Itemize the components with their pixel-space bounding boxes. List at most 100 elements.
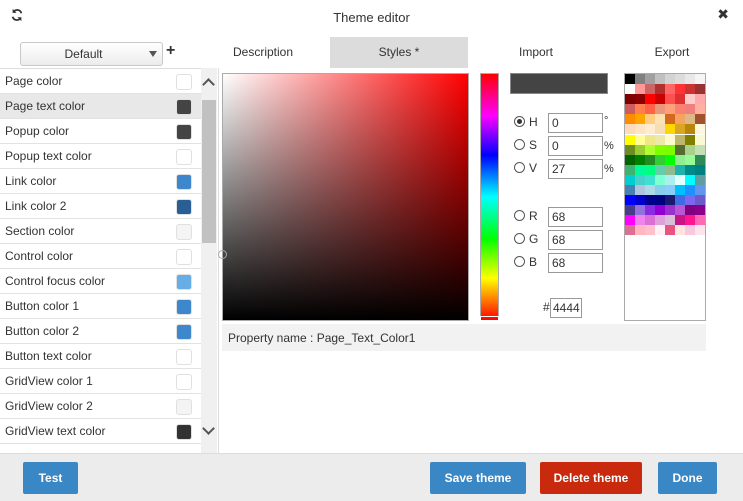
- palette-swatch[interactable]: [645, 74, 655, 84]
- palette-swatch[interactable]: [625, 104, 635, 115]
- palette-swatch[interactable]: [695, 74, 705, 84]
- hue-slider[interactable]: [480, 73, 499, 321]
- red-radio[interactable]: [514, 210, 525, 221]
- property-row[interactable]: GridView text color: [0, 419, 201, 444]
- palette-swatch[interactable]: [665, 134, 675, 145]
- saturation-input[interactable]: [548, 136, 603, 156]
- palette-swatch[interactable]: [655, 84, 665, 95]
- property-row[interactable]: GridView color 2: [0, 394, 201, 419]
- tab-import[interactable]: Import: [468, 37, 604, 68]
- palette-swatch[interactable]: [655, 164, 665, 175]
- value-radio[interactable]: [514, 162, 525, 173]
- palette-swatch[interactable]: [635, 154, 645, 165]
- property-color-swatch[interactable]: [176, 174, 192, 190]
- tab-description[interactable]: Description: [196, 37, 330, 68]
- palette-swatch[interactable]: [655, 104, 665, 115]
- palette-swatch[interactable]: [695, 185, 705, 196]
- blue-radio[interactable]: [514, 256, 525, 267]
- palette-swatch[interactable]: [635, 185, 645, 196]
- palette-swatch[interactable]: [635, 114, 645, 125]
- palette-swatch[interactable]: [625, 74, 635, 84]
- palette-swatch[interactable]: [645, 164, 655, 175]
- palette-swatch[interactable]: [645, 215, 655, 226]
- palette-swatch[interactable]: [665, 104, 675, 115]
- hue-slider-handle[interactable]: [480, 316, 499, 321]
- property-color-swatch[interactable]: [176, 374, 192, 390]
- palette-swatch[interactable]: [655, 74, 665, 84]
- property-row[interactable]: Popup text color: [0, 144, 201, 169]
- palette-swatch[interactable]: [655, 225, 665, 236]
- palette-swatch[interactable]: [685, 185, 695, 196]
- property-color-swatch[interactable]: [176, 99, 192, 115]
- palette-swatch[interactable]: [685, 195, 695, 206]
- property-color-swatch[interactable]: [176, 199, 192, 215]
- property-color-swatch[interactable]: [176, 224, 192, 240]
- palette-swatch[interactable]: [665, 94, 675, 105]
- palette-swatch[interactable]: [645, 114, 655, 125]
- palette-swatch[interactable]: [635, 215, 645, 226]
- palette-swatch[interactable]: [655, 134, 665, 145]
- palette-swatch[interactable]: [675, 185, 685, 196]
- palette-swatch[interactable]: [635, 195, 645, 206]
- chevron-up-icon[interactable]: [202, 78, 215, 91]
- palette-swatch[interactable]: [685, 215, 695, 226]
- palette-swatch[interactable]: [665, 215, 675, 226]
- palette-swatch[interactable]: [675, 114, 685, 125]
- palette-swatch[interactable]: [695, 215, 705, 226]
- saturation-radio[interactable]: [514, 139, 525, 150]
- palette-swatch[interactable]: [645, 195, 655, 206]
- palette-swatch[interactable]: [625, 195, 635, 206]
- palette-swatch[interactable]: [645, 124, 655, 135]
- property-row[interactable]: Link color 2: [0, 194, 201, 219]
- palette-swatch[interactable]: [675, 134, 685, 145]
- chevron-down-icon[interactable]: [202, 422, 215, 435]
- green-radio[interactable]: [514, 233, 525, 244]
- palette-swatch[interactable]: [645, 185, 655, 196]
- palette-swatch[interactable]: [695, 225, 705, 236]
- palette-swatch[interactable]: [665, 144, 675, 155]
- palette-swatch[interactable]: [685, 174, 695, 185]
- palette-swatch[interactable]: [625, 114, 635, 125]
- hex-input[interactable]: [550, 298, 582, 318]
- property-color-swatch[interactable]: [176, 74, 192, 90]
- palette-swatch[interactable]: [635, 94, 645, 105]
- property-row[interactable]: Section color: [0, 219, 201, 244]
- property-row[interactable]: Popup color: [0, 119, 201, 144]
- palette-swatch[interactable]: [695, 195, 705, 206]
- palette-swatch[interactable]: [625, 84, 635, 95]
- palette-swatch[interactable]: [675, 174, 685, 185]
- palette-swatch[interactable]: [625, 124, 635, 135]
- property-color-swatch[interactable]: [176, 149, 192, 165]
- palette-swatch[interactable]: [695, 84, 705, 95]
- palette-swatch[interactable]: [675, 205, 685, 216]
- palette-swatch[interactable]: [635, 124, 645, 135]
- palette-swatch[interactable]: [635, 104, 645, 115]
- hue-input[interactable]: [548, 113, 603, 133]
- saturation-value-handle[interactable]: [218, 250, 227, 259]
- property-color-swatch[interactable]: [176, 274, 192, 290]
- palette-swatch[interactable]: [695, 164, 705, 175]
- property-row[interactable]: Button color 1: [0, 294, 201, 319]
- property-color-swatch[interactable]: [176, 424, 192, 440]
- palette-swatch[interactable]: [675, 225, 685, 236]
- palette-swatch[interactable]: [665, 74, 675, 84]
- palette-swatch[interactable]: [655, 215, 665, 226]
- palette-swatch[interactable]: [625, 164, 635, 175]
- saturation-value-picker[interactable]: [222, 73, 469, 321]
- property-row[interactable]: Control color: [0, 244, 201, 269]
- palette-swatch[interactable]: [665, 124, 675, 135]
- palette-swatch[interactable]: [635, 164, 645, 175]
- palette-swatch[interactable]: [685, 84, 695, 95]
- palette-swatch[interactable]: [665, 164, 675, 175]
- palette-swatch[interactable]: [665, 174, 675, 185]
- palette-swatch[interactable]: [685, 134, 695, 145]
- palette-swatch[interactable]: [685, 154, 695, 165]
- palette-swatch[interactable]: [695, 154, 705, 165]
- palette-swatch[interactable]: [625, 205, 635, 216]
- palette-swatch[interactable]: [685, 74, 695, 84]
- palette-swatch[interactable]: [665, 225, 675, 236]
- palette-swatch[interactable]: [645, 134, 655, 145]
- palette-swatch[interactable]: [655, 174, 665, 185]
- palette-swatch[interactable]: [635, 205, 645, 216]
- palette-swatch[interactable]: [655, 185, 665, 196]
